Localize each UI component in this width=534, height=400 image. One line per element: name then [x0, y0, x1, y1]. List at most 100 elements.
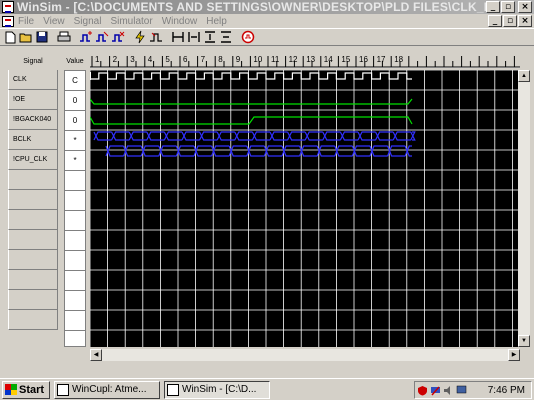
scroll-down-icon[interactable]: ▼ — [518, 335, 530, 347]
waveform-clk-start — [90, 72, 91, 80]
step-icon[interactable] — [148, 30, 163, 45]
save-icon[interactable] — [34, 30, 49, 45]
app-icon[interactable] — [2, 1, 14, 13]
signal-name-clk[interactable]: CLK — [8, 70, 58, 90]
ruler-label: 9 — [236, 55, 241, 64]
time-ruler[interactable]: 1 2 3 4 5 6 7 8 9 10 11 12 13 14 15 16 17 18 — [90, 52, 520, 68]
signal-column-header: Signal — [23, 58, 43, 65]
waveform-cpu-clk — [105, 145, 412, 157]
mdi-controls: _ ▫ × — [487, 15, 532, 27]
signal-name-empty[interactable] — [8, 230, 58, 250]
task-label: WinSim - [C:\D... — [182, 384, 257, 395]
align-icon[interactable] — [218, 30, 233, 45]
signal-value-empty[interactable] — [65, 231, 85, 251]
signal-value-empty[interactable] — [65, 171, 85, 191]
ruler-label: 16 — [359, 55, 368, 64]
mdi-minimize-button[interactable]: _ — [488, 15, 502, 27]
ruler-label: 11 — [271, 55, 280, 64]
print-icon[interactable] — [56, 30, 71, 45]
horizontal-scrollbar[interactable]: ◀ ▶ — [90, 349, 520, 361]
vertical-scrollbar[interactable]: ▲ ▼ — [518, 70, 530, 347]
signal-name-empty[interactable] — [8, 270, 58, 290]
scroll-right-icon[interactable]: ▶ — [508, 349, 520, 361]
maximize-button[interactable]: ▫ — [501, 1, 515, 13]
ruler-label: 18 — [394, 55, 403, 64]
scroll-left-icon[interactable]: ◀ — [90, 349, 102, 361]
simulate-icon[interactable] — [132, 30, 147, 45]
mdi-close-button[interactable]: × — [518, 15, 532, 27]
signal-name-empty[interactable] — [8, 210, 58, 230]
signal-list: CLK !OE !BGACK040 BCLK !CPU_CLK — [8, 70, 58, 347]
signal-name-bclk[interactable]: BCLK — [8, 130, 58, 150]
signal-name-bgack040[interactable]: !BGACK040 — [8, 110, 58, 130]
signal-name-cpu-clk[interactable]: !CPU_CLK — [8, 150, 58, 170]
ruler-label: 2 — [113, 55, 118, 64]
menu-help[interactable]: Help — [206, 16, 227, 27]
toolbar — [0, 28, 534, 46]
task-winsim[interactable]: WinSim - [C:\D... — [164, 380, 270, 399]
zoom-in-icon[interactable] — [186, 30, 201, 45]
signal-value-empty[interactable] — [65, 271, 85, 291]
menu-signal[interactable]: Signal — [74, 16, 102, 27]
ruler-label: 6 — [183, 55, 188, 64]
mdi-restore-button[interactable]: ▫ — [503, 15, 517, 27]
network-icon[interactable] — [430, 385, 441, 396]
signal-value-bgack040[interactable]: 0 — [65, 111, 85, 131]
ruler-label: 13 — [306, 55, 315, 64]
zoom-out-icon[interactable] — [202, 30, 217, 45]
start-button[interactable]: Start — [2, 380, 50, 399]
signal-name-empty[interactable] — [8, 310, 58, 330]
speaker-icon[interactable] — [443, 385, 454, 396]
zoom-fit-icon[interactable] — [170, 30, 185, 45]
signal-name-empty[interactable] — [8, 170, 58, 190]
wincupl-icon — [57, 383, 69, 396]
signal-value-empty[interactable] — [65, 251, 85, 271]
ruler-label: 1 — [95, 55, 100, 64]
clock: 7:46 PM — [487, 384, 525, 396]
delete-signal-icon[interactable] — [110, 30, 125, 45]
signal-name-empty[interactable] — [8, 250, 58, 270]
record-icon[interactable] — [240, 30, 255, 45]
minimize-button[interactable]: _ — [486, 1, 500, 13]
open-icon[interactable] — [18, 30, 33, 45]
title-bar: WinSim - [C:\DOCUMENTS AND SETTINGS\OWNE… — [0, 0, 534, 14]
menu-simulator[interactable]: Simulator — [110, 16, 152, 27]
windows-logo-icon — [5, 384, 17, 395]
signal-value-empty[interactable] — [65, 291, 85, 311]
task-wincupl[interactable]: WinCupl: Atme... — [54, 380, 160, 399]
new-icon[interactable] — [2, 30, 17, 45]
winsim-icon — [167, 383, 179, 396]
signal-value-empty[interactable] — [65, 191, 85, 211]
signal-value-bclk[interactable]: * — [65, 131, 85, 151]
shield-icon[interactable] — [417, 385, 428, 396]
waveform-clk — [90, 72, 412, 80]
menu-view[interactable]: View — [43, 16, 65, 27]
monitor-icon[interactable] — [456, 385, 467, 396]
signal-value-empty[interactable] — [65, 311, 85, 331]
document-icon[interactable] — [2, 15, 14, 27]
menu-file[interactable]: File — [18, 16, 34, 27]
signal-value-cpu-clk[interactable]: * — [65, 151, 85, 171]
scroll-up-icon[interactable]: ▲ — [518, 70, 530, 82]
ruler-label: 5 — [165, 55, 170, 64]
waveform-bclk-inverse — [93, 131, 416, 141]
value-list: C 0 0 * * — [64, 70, 86, 347]
signal-name-empty[interactable] — [8, 190, 58, 210]
edit-signal-icon[interactable] — [94, 30, 109, 45]
waveform-bgack040 — [90, 116, 413, 125]
ruler-label: 7 — [201, 55, 206, 64]
signal-value-oe[interactable]: 0 — [65, 91, 85, 111]
waveform-area[interactable] — [90, 70, 520, 347]
ruler-label: 15 — [341, 55, 350, 64]
signal-value-clk[interactable]: C — [65, 71, 85, 91]
signal-value-empty[interactable] — [65, 211, 85, 231]
menu-bar: File View Signal Simulator Window Help _… — [0, 14, 534, 28]
taskbar: Start WinCupl: Atme... WinSim - [C:\D...… — [0, 378, 534, 400]
value-column-header: Value — [66, 58, 84, 65]
signal-name-oe[interactable]: !OE — [8, 90, 58, 110]
system-tray: 7:46 PM — [414, 381, 532, 399]
menu-window[interactable]: Window — [162, 16, 198, 27]
close-button[interactable]: × — [518, 1, 532, 13]
signal-name-empty[interactable] — [8, 290, 58, 310]
add-signal-icon[interactable] — [78, 30, 93, 45]
